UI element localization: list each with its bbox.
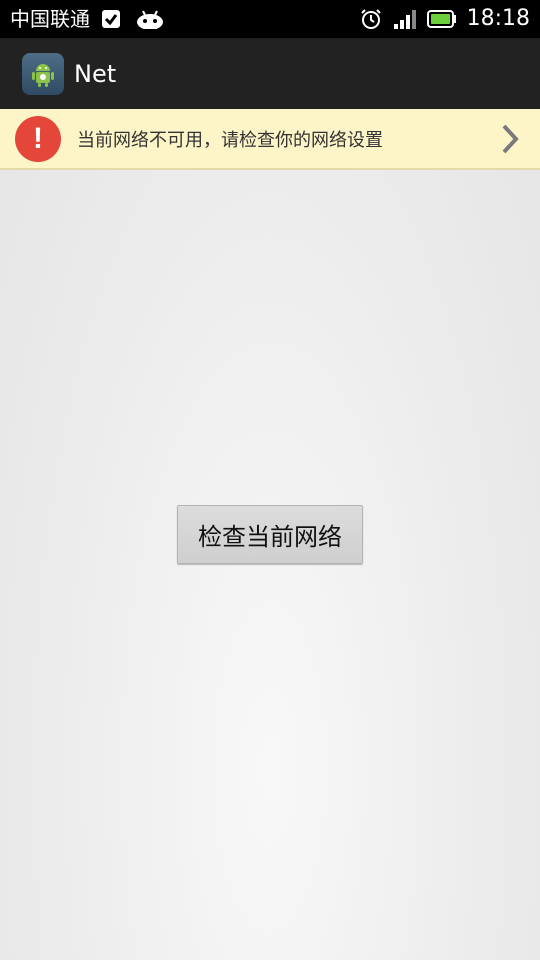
carrier-name: 中国联通 [10,7,90,31]
battery-icon [426,10,457,28]
banner-message: 当前网络不可用，请检查你的网络设置 [77,129,383,151]
chevron-right-icon[interactable] [500,123,520,159]
check-network-button[interactable]: 检查当前网络 [177,505,363,564]
screen: 中国联通 18:18 Net ! 当前网络不可用，请检查你的网络设置 检查当前网… [0,0,540,960]
status-bar: 中国联通 18:18 [0,0,540,38]
alert-icon: ! [15,115,61,162]
android-app-icon[interactable] [22,52,64,95]
check-notification-icon [100,0,122,38]
status-icons: 18:18 [359,0,530,38]
android-notification-icon [136,0,164,38]
action-bar: Net [0,38,540,109]
alarm-icon [359,7,383,31]
app-title: Net [74,59,117,88]
clock: 18:18 [466,6,530,31]
network-warning-banner[interactable]: ! 当前网络不可用，请检查你的网络设置 [0,109,540,170]
signal-icon [393,8,417,30]
